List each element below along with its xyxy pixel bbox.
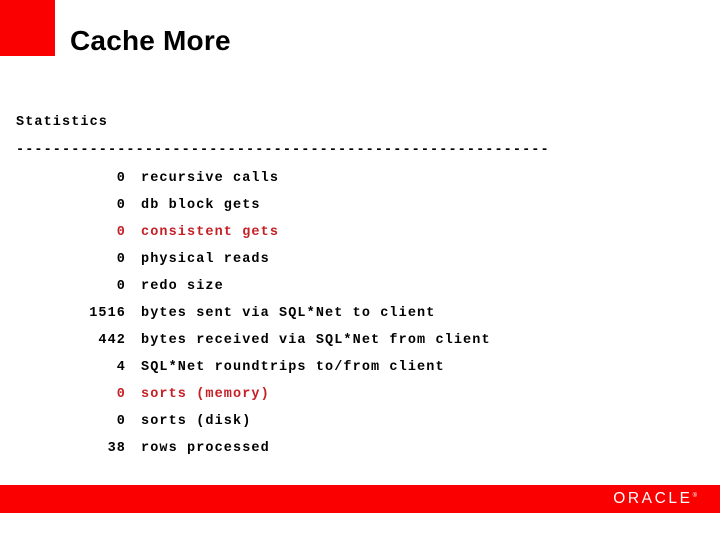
statistics-row: 0 sorts (disk)	[0, 415, 720, 442]
statistics-row: 1516 bytes sent via SQL*Net to client	[0, 307, 720, 334]
statistic-label: db block gets	[141, 198, 261, 213]
statistic-value: 1516	[89, 306, 126, 321]
statistic-label: redo size	[141, 279, 224, 294]
oracle-logo: ORACLE®	[613, 490, 697, 508]
statistics-row: 0 redo size	[0, 280, 720, 307]
statistic-label: physical reads	[141, 252, 270, 267]
statistics-row: 0 recursive calls	[0, 172, 720, 199]
statistic-value: 0	[116, 252, 126, 267]
statistic-value: 0	[116, 414, 126, 429]
statistic-value: 0	[116, 198, 126, 213]
statistics-row: 0 db block gets	[0, 199, 720, 226]
statistics-row: 0 sorts (memory)	[0, 388, 720, 415]
statistic-label: consistent gets	[141, 225, 280, 240]
registered-trademark-icon: ®	[692, 492, 697, 499]
statistic-label: sorts (disk)	[141, 414, 252, 429]
statistic-value: 38	[107, 441, 126, 456]
statistic-label: bytes received via SQL*Net from client	[141, 333, 491, 348]
slide-header: Cache More	[0, 0, 720, 90]
statistic-label: bytes sent via SQL*Net to client	[141, 306, 436, 321]
footer-bar: ORACLE®	[0, 485, 720, 513]
statistic-value: 0	[116, 279, 126, 294]
statistic-label: recursive calls	[141, 171, 280, 186]
statistic-value: 442	[98, 333, 126, 348]
statistics-row: 0 consistent gets	[0, 226, 720, 253]
statistics-row: 4 SQL*Net roundtrips to/from client	[0, 361, 720, 388]
statistics-row-list: 0 recursive calls 0 db block gets 0 consisten…	[0, 172, 720, 469]
statistic-label: sorts (memory)	[141, 387, 270, 402]
statistic-value: 0	[116, 171, 126, 186]
statistics-divider: ----------------------------------------…	[16, 144, 550, 158]
statistic-value: 0	[116, 225, 126, 240]
accent-square-decoration	[0, 0, 55, 56]
statistic-value: 4	[116, 360, 126, 375]
page-title: Cache More	[70, 25, 231, 56]
statistic-label: rows processed	[141, 441, 270, 456]
statistics-row: 442 bytes received via SQL*Net from clien…	[0, 334, 720, 361]
statistics-row: 0 physical reads	[0, 253, 720, 280]
statistic-label: SQL*Net roundtrips to/from client	[141, 360, 445, 375]
statistics-row: 38 rows processed	[0, 442, 720, 469]
oracle-logo-text: ORACLE	[613, 490, 693, 507]
statistic-value: 0	[116, 387, 126, 402]
statistics-heading: Statistics	[16, 115, 109, 130]
